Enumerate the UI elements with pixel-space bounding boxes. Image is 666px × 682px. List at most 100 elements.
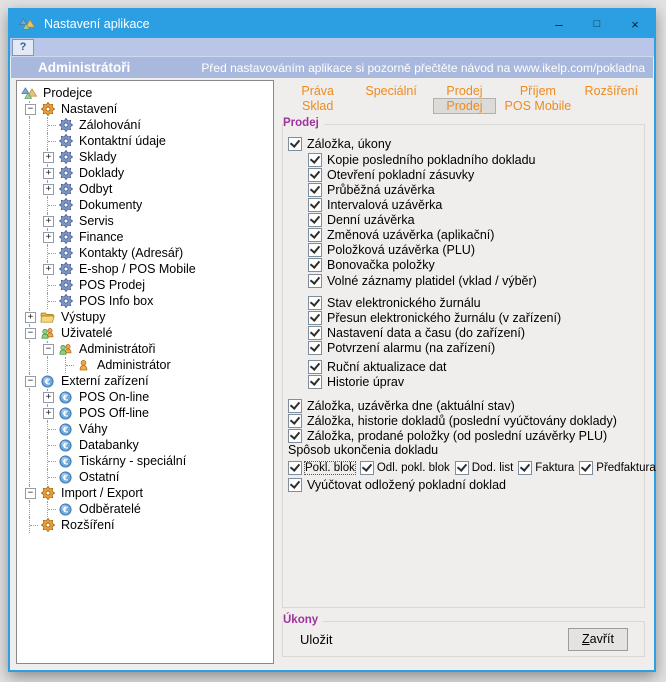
doc-type-option[interactable]: Odl. pokl. blok [360, 461, 450, 475]
checkbox-row[interactable]: Záložka, úkony [288, 136, 638, 151]
checkbox[interactable] [288, 478, 302, 492]
checkbox[interactable] [308, 198, 322, 212]
close-button[interactable]: Zavřít [568, 628, 628, 651]
maximize-icon[interactable]: □ [578, 10, 616, 38]
tree-expand-toggle[interactable]: + [43, 216, 54, 227]
tree-expand-toggle[interactable]: − [25, 328, 36, 339]
help-button[interactable]: ? [12, 39, 34, 56]
tree-item[interactable]: +E-shop / POS Mobile [21, 261, 273, 277]
checkbox-row[interactable]: Potvrzení alarmu (na zařízení) [308, 340, 638, 355]
tab[interactable]: Prodej [428, 84, 501, 98]
minimize-icon[interactable]: – [540, 10, 578, 38]
tab[interactable]: Speciální [354, 84, 427, 98]
tab[interactable]: Rozšíření [575, 84, 648, 98]
tree-item[interactable]: POS Prodej [21, 277, 273, 293]
checkbox[interactable] [579, 461, 593, 475]
tree-item[interactable]: €Databanky [21, 437, 273, 453]
tree-expand-toggle[interactable]: + [43, 392, 54, 403]
tree-expand-toggle[interactable]: + [43, 408, 54, 419]
checkbox[interactable] [360, 461, 374, 475]
checkbox[interactable] [288, 137, 302, 151]
tree-expand-toggle[interactable]: + [43, 152, 54, 163]
checkbox-row[interactable]: Otevření pokladní zásuvky [308, 167, 638, 182]
tree-expand-toggle[interactable]: − [25, 488, 36, 499]
tree-item[interactable]: +Odbyt [21, 181, 273, 197]
checkbox-row[interactable]: Přesun elektronického žurnálu (v zařízen… [308, 310, 638, 325]
tree-item[interactable]: Zálohování [21, 117, 273, 133]
checkbox-row[interactable]: Průběžná uzávěrka [308, 182, 638, 197]
checkbox-row[interactable]: Historie úprav [308, 374, 638, 389]
checkbox[interactable] [308, 213, 322, 227]
checkbox[interactable] [308, 168, 322, 182]
tree-item[interactable]: €Tiskárny - speciální [21, 453, 273, 469]
checkbox[interactable] [288, 461, 302, 475]
tree-item[interactable]: €Ostatní [21, 469, 273, 485]
tree-expand-toggle[interactable]: − [43, 344, 54, 355]
tree-expand-toggle[interactable]: + [25, 312, 36, 323]
tab[interactable]: POS Mobile [501, 99, 574, 113]
checkbox[interactable] [308, 341, 322, 355]
checkbox[interactable] [288, 399, 302, 413]
tree-item[interactable]: −Nastavení [21, 101, 273, 117]
tree-item[interactable]: −€Externí zařízení [21, 373, 273, 389]
tree-item[interactable]: +Finance [21, 229, 273, 245]
checkbox[interactable] [308, 274, 322, 288]
checkbox[interactable] [308, 183, 322, 197]
checkbox-row[interactable]: Záložka, uzávěrka dne (aktuální stav) [288, 398, 638, 413]
checkbox-row[interactable]: Vyúčtovat odložený pokladní doklad [288, 477, 638, 492]
checkbox[interactable] [308, 311, 322, 325]
checkbox[interactable] [308, 326, 322, 340]
tree-item[interactable]: €Váhy [21, 421, 273, 437]
checkbox[interactable] [455, 461, 469, 475]
checkbox-row[interactable]: Nastavení data a času (do zařízení) [308, 325, 638, 340]
checkbox[interactable] [518, 461, 532, 475]
tab-selected[interactable]: Prodej [433, 98, 495, 114]
tree-item[interactable]: +€POS On-line [21, 389, 273, 405]
checkbox-row[interactable]: Záložka, prodané položky (od poslední uz… [288, 428, 638, 443]
tree-item[interactable]: −Administrátoři [21, 341, 273, 357]
checkbox[interactable] [308, 243, 322, 257]
checkbox-row[interactable]: Bonovačka položky [308, 257, 638, 272]
checkbox[interactable] [308, 296, 322, 310]
tree-item[interactable]: +Sklady [21, 149, 273, 165]
doc-type-option[interactable]: Pokl. blok [288, 461, 355, 475]
tree-expand-toggle[interactable]: + [43, 264, 54, 275]
tree-item[interactable]: +€POS Off-line [21, 405, 273, 421]
checkbox-row[interactable]: Kopie posledního pokladního dokladu [308, 152, 638, 167]
tree-item[interactable]: +Servis [21, 213, 273, 229]
close-icon[interactable]: × [616, 10, 654, 38]
tab[interactable]: Příjem [501, 84, 574, 98]
tree-item[interactable]: −Import / Export [21, 485, 273, 501]
checkbox[interactable] [308, 228, 322, 242]
tree-item[interactable]: Dokumenty [21, 197, 273, 213]
checkbox-row[interactable]: Denní uzávěrka [308, 212, 638, 227]
tree-expand-toggle[interactable]: + [43, 168, 54, 179]
tree-expand-toggle[interactable]: − [25, 104, 36, 115]
doc-type-option[interactable]: Faktura [518, 461, 574, 475]
tree-item[interactable]: Kontaktní údaje [21, 133, 273, 149]
tree-item[interactable]: POS Info box [21, 293, 273, 309]
checkbox-row[interactable]: Změnová uzávěrka (aplikační) [308, 227, 638, 242]
tab[interactable]: Sklad [281, 99, 354, 113]
tab[interactable]: Práva [281, 84, 354, 98]
checkbox-row[interactable]: Ruční aktualizace dat [308, 359, 638, 374]
tree-expand-toggle[interactable]: + [43, 232, 54, 243]
checkbox[interactable] [308, 360, 322, 374]
tree-item[interactable]: +Výstupy [21, 309, 273, 325]
checkbox-row[interactable]: Stav elektronického žurnálu [308, 295, 638, 310]
tree-item[interactable]: €Odběratelé [21, 501, 273, 517]
tree-item[interactable]: −Uživatelé [21, 325, 273, 341]
checkbox[interactable] [308, 375, 322, 389]
checkbox-row[interactable]: Intervalová uzávěrka [308, 197, 638, 212]
checkbox-row[interactable]: Položková uzávěrka (PLU) [308, 242, 638, 257]
doc-type-option[interactable]: Dod. list [455, 461, 514, 475]
tree-item[interactable]: Kontakty (Adresář) [21, 245, 273, 261]
tree-item[interactable]: Prodejce [21, 85, 273, 101]
tree-item[interactable]: +Doklady [21, 165, 273, 181]
checkbox[interactable] [308, 258, 322, 272]
checkbox-row[interactable]: Záložka, historie dokladů (poslední vyúč… [288, 413, 638, 428]
checkbox-row[interactable]: Volné záznamy platidel (vklad / výběr) [308, 273, 638, 288]
checkbox[interactable] [308, 153, 322, 167]
checkbox[interactable] [288, 429, 302, 443]
doc-type-option[interactable]: Předfaktura [579, 461, 655, 475]
